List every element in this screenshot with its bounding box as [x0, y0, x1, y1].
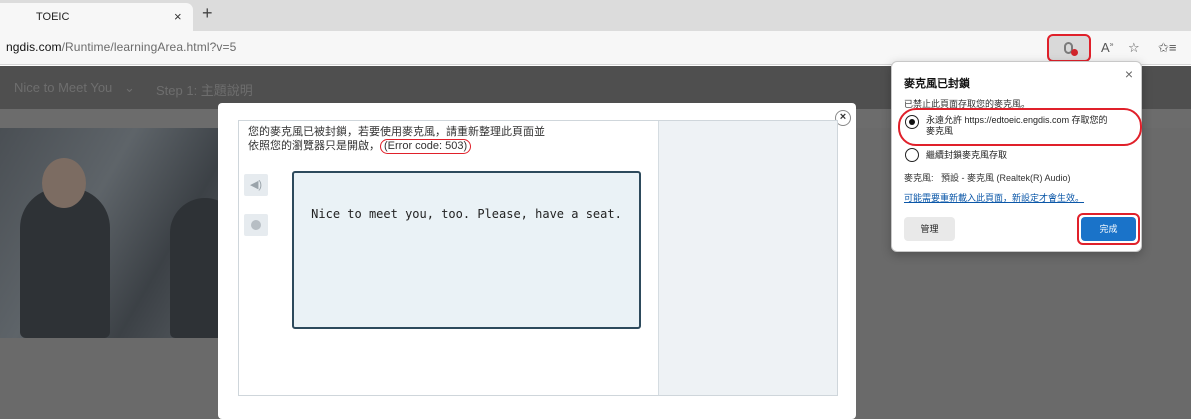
mic-device: 預設 - 麥克風 (Realtek(R) Audio) [941, 173, 1071, 183]
mic-blocked-message: 您的麥克風已被封鎖，若要使用麥克風，請重新整理此頁面並 依照您的瀏覽器只是開啟，… [248, 126, 668, 154]
option-allow-label: 永遠允許 https://edtoeic.engdis.com 存取您的 麥克風 [926, 115, 1108, 137]
message-line-2: 依照您的瀏覽器只是開啟， [248, 140, 380, 152]
browser-tab[interactable]: TOEIC × [0, 3, 193, 31]
tab-title: TOEIC [36, 11, 70, 23]
popup-close-icon[interactable]: × [1125, 66, 1133, 82]
manage-button[interactable]: 管理 [904, 217, 955, 241]
modal-side-panel [658, 121, 837, 395]
favorite-add-icon[interactable]: ☆ [1128, 40, 1140, 56]
radio-block[interactable] [905, 148, 919, 162]
url-path: /Runtime/learningArea.html?v=5 [61, 40, 237, 54]
person-left-head [42, 158, 86, 208]
nav-lesson[interactable]: Nice to Meet You [14, 80, 112, 95]
popup-title: 麥克風已封鎖 [904, 78, 970, 90]
favorites-icon[interactable]: ✩≡ [1158, 40, 1176, 56]
person-left [20, 188, 110, 338]
url-field[interactable]: ngdis.com/Runtime/learningArea.html?v=5 [6, 40, 236, 54]
address-bar: ngdis.com/Runtime/learningArea.html?v=5 … [0, 31, 1191, 65]
read-aloud-icon[interactable]: A» [1101, 40, 1114, 55]
message-line-1: 您的麥克風已被封鎖，若要使用麥克風，請重新整理此頁面並 [248, 126, 545, 138]
option-allow-line1: 永遠允許 https://edtoeic.engdis.com 存取您的 [926, 115, 1108, 125]
chevron-down-icon: ⌄ [124, 80, 135, 95]
speaker-icon[interactable]: ◀) [244, 174, 268, 196]
reload-note-link[interactable]: 可能需要重新載入此頁面，新設定才會生效。 [904, 191, 1084, 204]
mic-permission-popup: × 麥克風已封鎖 已禁止此頁面存取您的麥克風。 永遠允許 https://edt… [891, 61, 1142, 252]
url-host: ngdis.com [6, 40, 62, 54]
option-allow-line2: 麥克風 [926, 126, 954, 136]
new-tab-icon[interactable]: + [202, 4, 213, 22]
blocked-badge-icon [1071, 49, 1078, 56]
nav-step[interactable]: Step 1: 主題說明 [156, 80, 253, 99]
radio-allow[interactable] [905, 115, 919, 129]
lesson-photo [0, 128, 240, 338]
option-block-label: 繼續封鎖麥克風存取 [926, 150, 1008, 160]
tab-strip: TOEIC × + [0, 0, 1191, 31]
mic-blocked-button[interactable] [1047, 34, 1091, 62]
sentence-box: Nice to meet you, too. Please, have a se… [292, 171, 641, 329]
error-code: (Error code: 503) [380, 139, 472, 154]
tab-close-icon[interactable]: × [174, 9, 182, 24]
mic-device-info: 麥克風: 預設 - 麥克風 (Realtek(R) Audio) [904, 171, 1071, 184]
record-icon[interactable] [244, 214, 268, 236]
sentence-text: Nice to meet you, too. Please, have a se… [311, 207, 622, 221]
done-button[interactable]: 完成 [1081, 217, 1136, 241]
mic-label: 麥克風: [904, 173, 934, 183]
